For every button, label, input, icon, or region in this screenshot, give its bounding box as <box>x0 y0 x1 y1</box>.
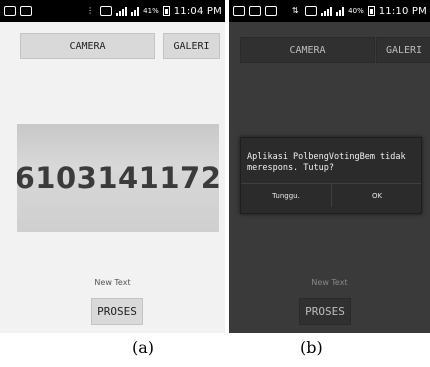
signal-icon <box>116 6 128 16</box>
signal-2-icon <box>131 6 140 16</box>
result-text: New Text <box>311 278 348 287</box>
battery-percent: 40% <box>348 7 364 15</box>
status-bar: ⇅ 40% 11:10 PM <box>229 0 430 22</box>
sim-icon <box>100 6 113 16</box>
result-text: New Text <box>94 278 131 287</box>
screenshot-a: ⋮ 41% 11:04 PM CAMERA GALERI 6103141172 … <box>0 0 225 333</box>
battery-icon <box>367 6 375 16</box>
signal-icon <box>321 6 333 16</box>
dialog-message: Aplikasi PolbengVotingBem tidak merespon… <box>247 152 406 173</box>
caption-a: (a) <box>132 338 155 357</box>
email-notification-icon <box>265 6 277 16</box>
status-time: 11:04 PM <box>173 5 222 17</box>
status-time: 11:10 PM <box>378 5 427 17</box>
vibrate-icon: ⋮ <box>86 6 95 15</box>
anr-dialog: Aplikasi PolbengVotingBem tidak merespon… <box>240 137 422 214</box>
message-notification-icon <box>4 6 16 16</box>
battery-percent: 41% <box>143 7 159 15</box>
email-notification-icon <box>20 6 32 16</box>
ok-button[interactable]: OK <box>332 184 422 207</box>
proses-button[interactable]: PROSES <box>91 298 143 325</box>
battery-icon <box>162 6 170 16</box>
status-bar: ⋮ 41% 11:04 PM <box>0 0 225 22</box>
message-notification-icon <box>249 6 261 16</box>
camera-button[interactable]: CAMERA <box>20 33 155 59</box>
caption-b: (b) <box>300 338 323 357</box>
photo-number-text: 6103141172 <box>17 161 219 195</box>
galeri-button[interactable]: GALERI <box>376 37 430 63</box>
captured-photo: 6103141172 <box>17 124 219 232</box>
wait-button[interactable]: Tunggu. <box>241 184 331 207</box>
data-icon: ⇅ <box>291 6 299 15</box>
screenshot-b: ⇅ 40% 11:10 PM CAMERA GALERI Aplikasi Po… <box>229 0 430 333</box>
proses-button[interactable]: PROSES <box>299 298 351 325</box>
sim-icon <box>305 6 318 16</box>
camera-button[interactable]: CAMERA <box>240 37 375 63</box>
image-notification-icon <box>233 6 245 16</box>
galeri-button[interactable]: GALERI <box>163 33 220 59</box>
signal-2-icon <box>336 6 345 16</box>
